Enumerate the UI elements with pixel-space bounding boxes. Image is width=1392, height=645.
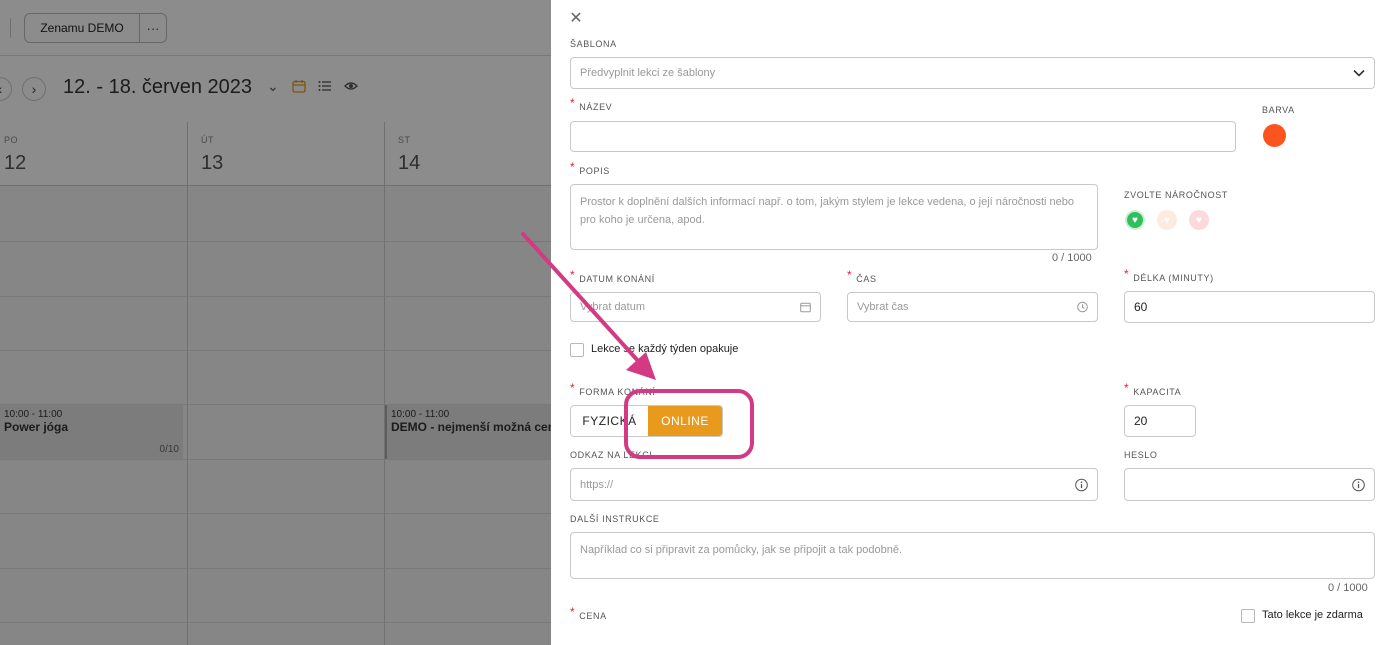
duration-input[interactable]: 60 xyxy=(1124,291,1375,323)
repeat-weekly-label[interactable]: Lekce se každý týden opakuje xyxy=(591,343,738,355)
template-placeholder: Předvyplnit lekci ze šablony xyxy=(580,67,716,79)
close-icon[interactable]: ✕ xyxy=(568,11,584,27)
instructions-placeholder: Například co si připravit za pomůcky, ja… xyxy=(580,544,903,556)
lesson-form-drawer: ✕ ŠABLONA Předvyplnit lekci ze šablony *… xyxy=(551,0,1392,645)
difficulty-label: ZVOLTE NÁROČNOST xyxy=(1124,190,1228,200)
date-picker[interactable]: Vybrat datum xyxy=(570,292,821,322)
time-label: * ČAS xyxy=(847,268,877,284)
password-label: HESLO xyxy=(1124,450,1158,460)
instructions-counter: 0 / 1000 xyxy=(1328,582,1368,594)
capacity-input[interactable]: 20 xyxy=(1124,405,1196,437)
password-input[interactable] xyxy=(1124,468,1375,501)
date-label: * DATUM KONÁNÍ xyxy=(570,268,655,284)
free-lesson-checkbox[interactable] xyxy=(1241,609,1255,623)
instructions-label: DALŠÍ INSTRUKCE xyxy=(570,514,660,524)
calendar-icon xyxy=(800,302,811,313)
lesson-link-label: ODKAZ NA LEKCI xyxy=(570,450,653,460)
duration-label: * DÉLKA (MINUTY) xyxy=(1124,267,1214,283)
modal-backdrop[interactable] xyxy=(0,0,551,645)
color-label: BARVA xyxy=(1262,105,1295,115)
chevron-down-icon xyxy=(1353,69,1365,77)
time-picker[interactable]: Vybrat čas xyxy=(847,292,1098,322)
lesson-link-placeholder: https:// xyxy=(580,478,614,491)
description-counter: 0 / 1000 xyxy=(1052,252,1092,264)
info-icon[interactable] xyxy=(1075,478,1088,491)
description-label: * POPIS xyxy=(570,160,610,176)
description-placeholder: Prostor k doplnění dalších informací nap… xyxy=(580,196,1075,226)
name-label: * NÁZEV xyxy=(570,96,613,112)
repeat-weekly-checkbox[interactable] xyxy=(570,343,584,357)
info-icon[interactable] xyxy=(1352,478,1365,491)
instructions-textarea[interactable]: Například co si připravit za pomůcky, ja… xyxy=(570,532,1375,579)
clock-icon xyxy=(1077,301,1088,313)
template-select[interactable]: Předvyplnit lekci ze šablony xyxy=(570,57,1375,89)
description-textarea[interactable]: Prostor k doplnění dalších informací nap… xyxy=(570,184,1098,250)
template-label: ŠABLONA xyxy=(570,39,617,49)
lesson-link-input[interactable]: https:// xyxy=(570,468,1098,501)
calendar-view: Zenamu DEMO ··· ‹ › 12. - 18. červen 202… xyxy=(0,0,551,645)
price-label: * CENA xyxy=(570,605,607,621)
color-picker-swatch[interactable] xyxy=(1263,124,1286,147)
free-lesson-label[interactable]: Tato lekce je zdarma xyxy=(1262,609,1363,621)
lesson-form-online-option[interactable]: ONLINE xyxy=(648,406,722,436)
lesson-form-label: * FORMA KONÁNÍ xyxy=(570,381,656,397)
difficulty-hard-heart-icon[interactable]: ♥ xyxy=(1189,210,1209,230)
difficulty-easy-heart-icon[interactable]: ♥ xyxy=(1125,210,1145,230)
lesson-form-physical-option[interactable]: FYZICKÁ xyxy=(571,406,648,436)
capacity-label: * KAPACITA xyxy=(1124,381,1182,397)
difficulty-medium-heart-icon[interactable]: ♥ xyxy=(1157,210,1177,230)
date-placeholder: Vybrat datum xyxy=(580,301,646,313)
lesson-form-toggle: FYZICKÁ ONLINE xyxy=(570,405,723,437)
time-placeholder: Vybrat čas xyxy=(857,301,909,313)
name-input[interactable] xyxy=(570,121,1236,152)
